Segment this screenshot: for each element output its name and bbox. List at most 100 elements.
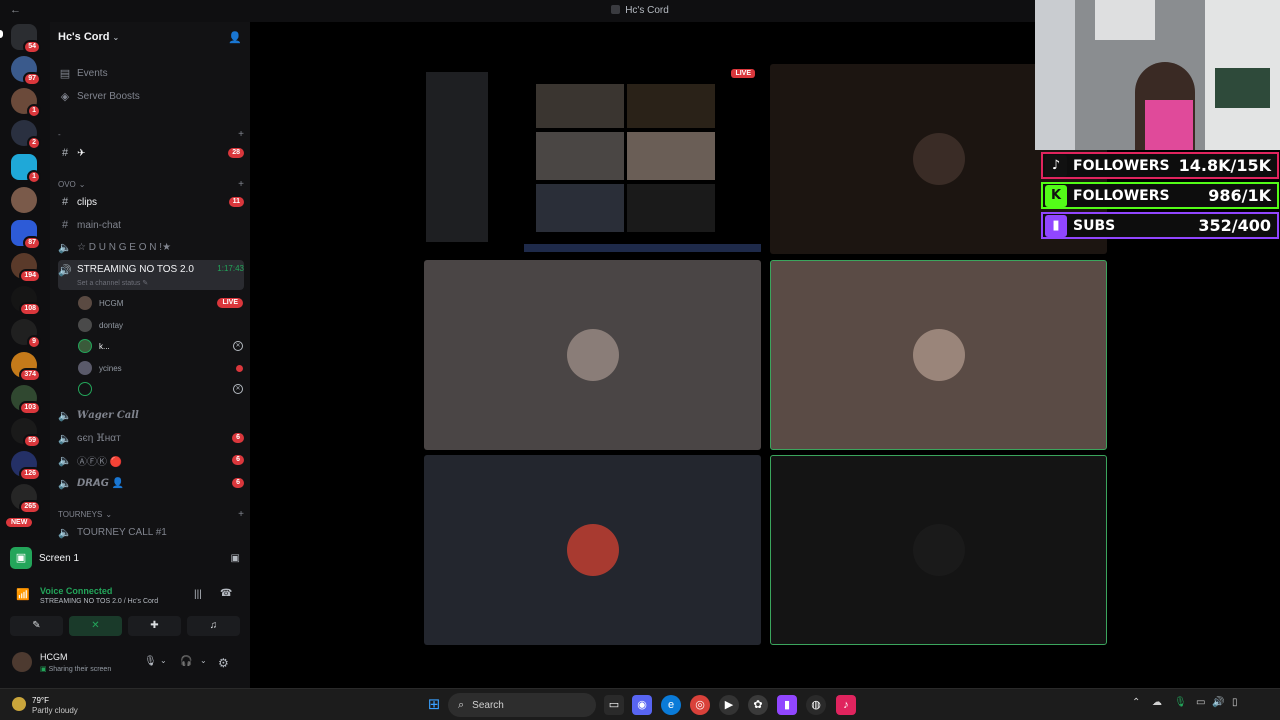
signal-icon[interactable]: 📶 [16,588,30,601]
channel-plane[interactable]: # ✈ 28 [58,143,244,163]
speaker-icon: 🔈 [58,477,72,490]
current-user[interactable]: HCGM ▣ Sharing their screen 🎙 ⌄ 🎧 ⌄ ⚙ [10,650,240,676]
server-icon[interactable]: 87 [11,220,41,250]
home-icon[interactable]: 54 [11,24,41,54]
calendar-icon: ▤ [59,67,71,80]
search-box[interactable]: ⌕ Search [448,693,596,717]
invite-people-icon[interactable]: 👤 [228,31,242,44]
shared-tile [627,184,715,232]
headphones-icon[interactable]: 🎧 [180,656,192,667]
video-tile-speaking[interactable] [770,260,1107,450]
new-badge: NEW [6,518,33,527]
shared-tile [536,184,624,232]
server-icon[interactable]: 265 [11,484,41,514]
window-blinds [1035,0,1075,150]
server-icon[interactable]: 108 [11,286,41,316]
server-icon[interactable]: 9 [11,319,41,349]
voice-channel-tourney-call[interactable]: 🔈 TOURNEY CALL #1 [58,522,244,540]
category-ovo[interactable]: OVO ⌄ + [58,178,244,190]
streamer-shirt [1145,100,1193,150]
discord-app: ← Hc's Cord 54 97 1 2 1 87 194 108 9 374… [0,0,1280,688]
add-channel-icon[interactable]: + [238,129,244,140]
task-view-icon[interactable]: ▭ [604,695,624,715]
stop-screen-share-button[interactable]: ✕ [69,616,122,636]
activities-button[interactable]: ✚ [128,616,181,636]
server-icon[interactable]: 1 [11,88,41,118]
voice-channel-gen-chat[interactable]: 🔈 ɢєη ⴼнαт 6 [58,428,244,448]
hashtag-icon: # [61,147,69,159]
discord-icon[interactable]: ◉ [632,695,652,715]
server-icon[interactable]: 374 [11,352,41,382]
pool-table [1215,68,1270,108]
voice-channel-wager-call[interactable]: 🔈 𝑾𝒂𝒈𝒆𝒓 𝑪𝒂𝒍𝒍 [58,405,244,425]
obs-icon[interactable]: ◍ [806,695,826,715]
channel-main-chat[interactable]: # main-chat [58,215,244,235]
server-name-dropdown[interactable]: Hc's Cord ⌄ [58,31,119,43]
shared-taskbar [524,244,761,252]
server-icon [611,5,621,14]
tiktok-app-icon[interactable]: ♪ [836,695,856,715]
category-top[interactable]: - + [58,128,244,140]
volume-icon[interactable]: 🔊 [1212,697,1224,708]
camera-off-button[interactable]: ✎ [10,616,63,636]
popout-icon[interactable]: ▣ [231,553,240,564]
server-icon[interactable]: 1 [11,154,41,184]
sidebar-item-server-boosts[interactable]: ◈ Server Boosts [58,86,244,106]
video-tile-speaking[interactable] [770,455,1107,645]
server-icon[interactable]: 103 [11,385,41,415]
call-controls: ✎ ✕ ✚ ♫ [10,616,240,636]
chrome-icon[interactable]: ◎ [690,695,710,715]
voice-user[interactable]: k... ✕ [78,336,243,356]
voice-user[interactable]: HCGM LIVE [78,293,243,313]
tray-app-icon[interactable]: ☁ [1152,697,1162,708]
server-icon[interactable]: 59 [11,418,41,448]
user-panel: ▣ Screen 1 ▣ 📶 Voice Connected STREAMING N… [0,540,250,688]
chevron-up-icon[interactable]: ⌃ [1132,697,1140,708]
clock[interactable]: ▯ [1232,697,1238,708]
voice-user[interactable]: dontay [78,315,243,335]
boost-icon: ◈ [60,90,70,103]
channel-status[interactable]: Set a channel status ✎ [77,279,148,287]
media-player-icon[interactable]: ▶ [719,695,739,715]
video-tile[interactable] [424,455,761,645]
microphone-icon[interactable]: 🎙 [144,656,157,667]
category-tourneys[interactable]: TOURNEYS ⌄ + [58,508,244,520]
shared-tile [627,132,715,180]
voice-location[interactable]: STREAMING NO TOS 2.0 / Hc's Cord [40,598,158,605]
edge-icon[interactable]: e [661,695,681,715]
chevron-down-icon[interactable]: ⌄ [200,656,207,665]
server-icon[interactable]: 2 [11,120,41,150]
screen-share-tile[interactable]: LIVE [424,64,761,254]
start-icon[interactable]: ⊞ [424,695,444,715]
speaker-icon: 🔈 [58,432,72,445]
server-icon[interactable]: 97 [11,56,41,86]
gear-icon[interactable]: ⚙ [218,656,229,670]
microphone-tray-icon[interactable]: 🎙 [1174,697,1187,708]
add-channel-icon[interactable]: + [238,509,244,520]
noise-suppression-icon[interactable]: ||| [194,589,202,600]
channel-clips[interactable]: # clips 11 [58,192,244,212]
twitch-app-icon[interactable]: ▮ [777,695,797,715]
video-tile[interactable] [424,260,761,450]
network-icon[interactable]: ▭ [1196,697,1205,708]
color-app-icon[interactable]: ✿ [748,695,768,715]
voice-user[interactable]: ycines [78,358,243,378]
disconnect-icon[interactable]: ☎ [220,588,232,599]
voice-channel-drag[interactable]: 🔈 𝘿𝙍𝘼𝙂 👤 6 [58,473,244,493]
chevron-down-icon[interactable]: ⌄ [160,656,167,665]
server-icon[interactable] [11,187,37,213]
channel-dungeon[interactable]: 🔈 ☆ D U N G E O N !★ [58,237,244,257]
weather-widget[interactable]: 79°F Partly cloudy [12,693,112,717]
server-icon[interactable]: 194 [11,253,41,283]
shared-tile [536,132,624,180]
server-icon[interactable]: 126 [11,451,41,481]
screen-share-indicator[interactable]: ▣ Screen 1 ▣ [10,547,240,569]
voice-user[interactable]: ✕ [78,379,243,399]
kick-icon: K [1045,184,1067,207]
weather-condition: Partly cloudy [32,706,78,715]
voice-channel-afk[interactable]: 🔈 ⒶⒻⓀ 🔴 6 [58,450,244,470]
add-channel-icon[interactable]: + [238,179,244,190]
screen-share-icon: ▣ [10,547,32,569]
sidebar-item-events[interactable]: ▤ Events [58,63,244,83]
soundboard-button[interactable]: ♫ [187,616,240,636]
